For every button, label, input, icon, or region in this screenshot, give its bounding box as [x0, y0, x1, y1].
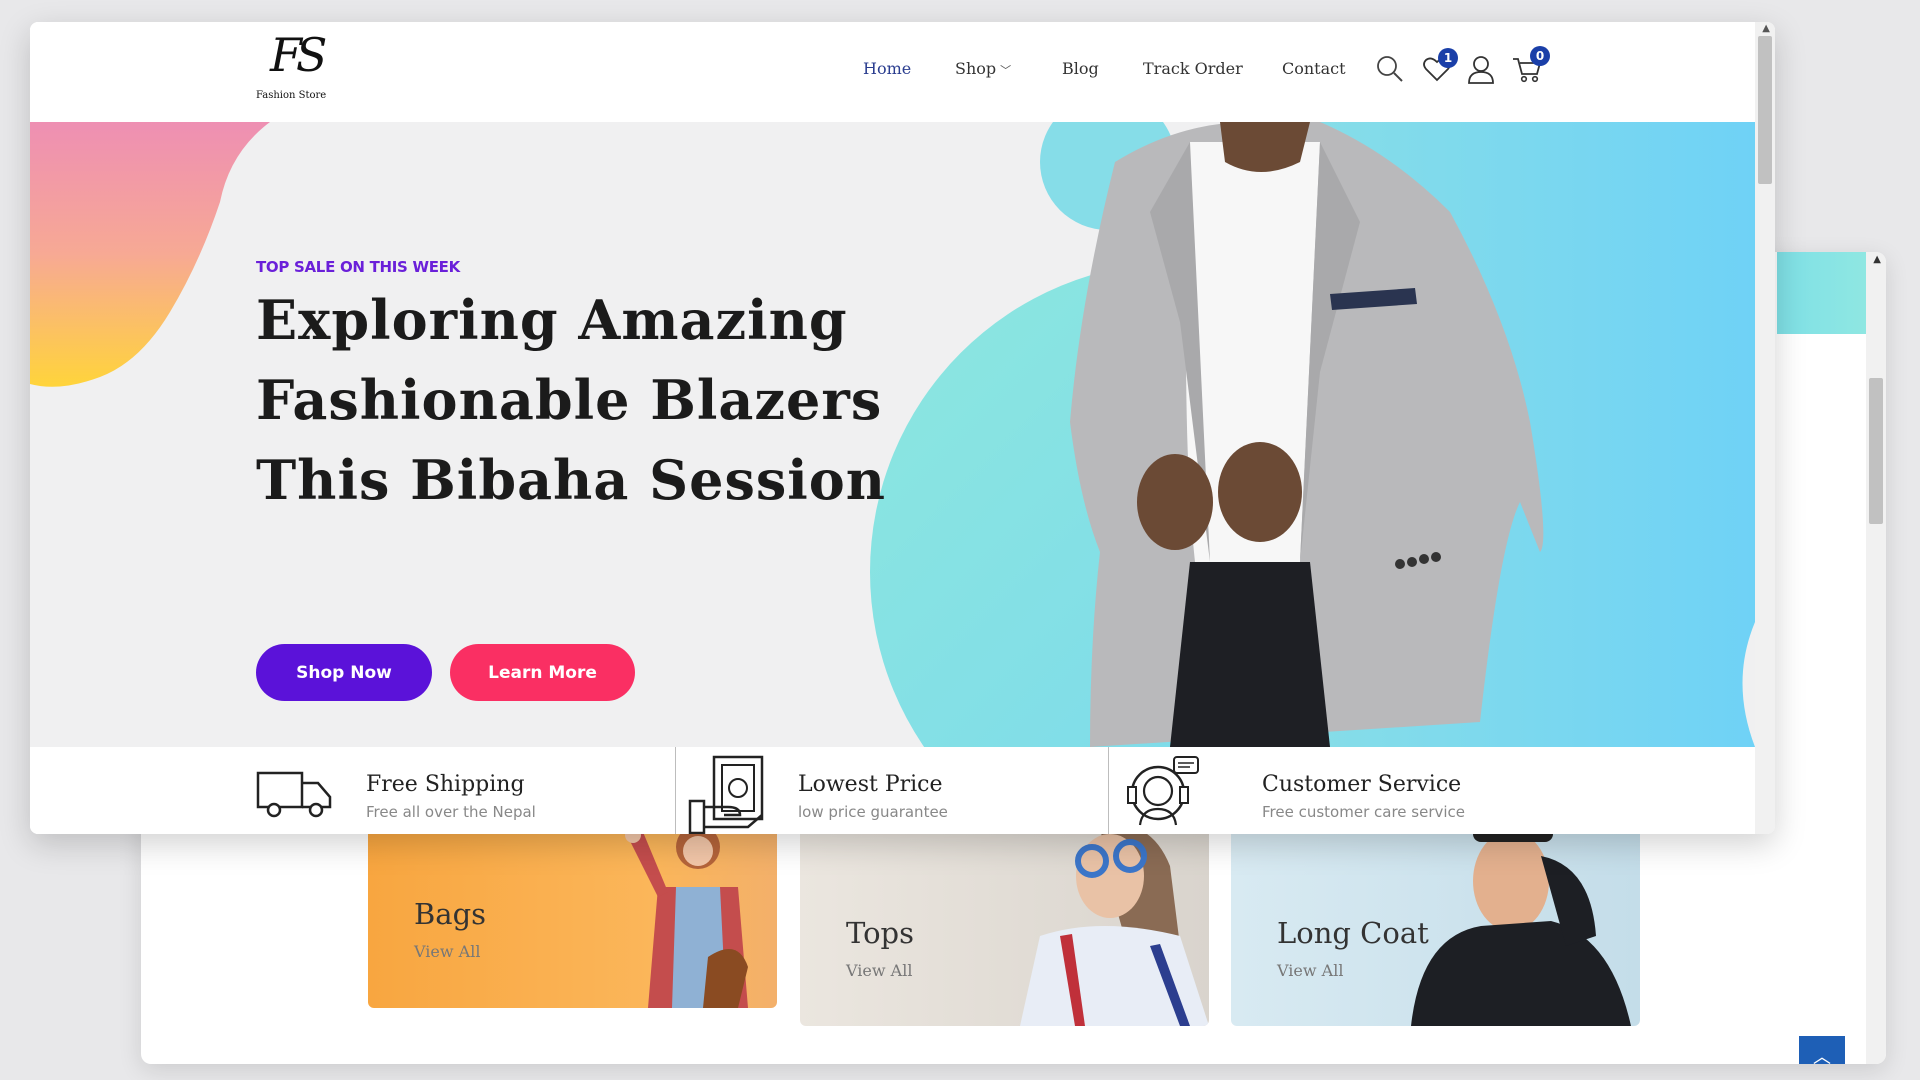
truck-icon: [256, 771, 332, 818]
nav-home[interactable]: Home: [863, 59, 911, 78]
category-link-bags[interactable]: View All: [414, 942, 480, 961]
chevron-up-icon: ︿: [1813, 1047, 1831, 1064]
cash-hand-icon: [688, 755, 764, 834]
front-window: FS Fashion Store Home Shop ﹀ Blog Track O…: [30, 22, 1775, 834]
site-logo[interactable]: FS Fashion Store: [256, 28, 336, 108]
category-card-bags[interactable]: Bags View All: [368, 817, 777, 1008]
feature-customer-service: Customer Service Free customer care serv…: [1120, 747, 1560, 834]
features-strip: Free Shipping Free all over the Nepal Lo…: [30, 747, 1755, 834]
wishlist-button[interactable]: 1: [1422, 48, 1458, 86]
feature-subtitle: Free customer care service: [1262, 803, 1466, 821]
hero-title-line: This Bibaha Session: [256, 448, 887, 512]
user-account-icon[interactable]: [1466, 54, 1496, 84]
feature-subtitle: Free all over the Nepal: [366, 803, 536, 821]
wishlist-count-badge: 1: [1438, 48, 1458, 68]
category-link-long-coat[interactable]: View All: [1277, 961, 1343, 980]
page-scrollbar[interactable]: ▲: [1755, 22, 1775, 834]
category-title-bags: Bags: [414, 897, 487, 931]
hero-title-line: Exploring Amazing: [256, 288, 848, 352]
woman-in-top-image: [1020, 826, 1209, 1026]
cart-count-badge: 0: [1530, 46, 1550, 66]
category-card-tops[interactable]: Tops View All: [800, 826, 1209, 1026]
nav-shop[interactable]: Shop ﹀: [955, 59, 1011, 78]
feature-divider: [1108, 747, 1109, 834]
category-title-tops: Tops: [846, 916, 914, 950]
background-scrollbar[interactable]: ▲: [1866, 252, 1886, 1064]
feature-subtitle: low price guarantee: [798, 803, 948, 821]
nav-blog[interactable]: Blog: [1062, 59, 1099, 78]
feature-lowest-price: Lowest Price low price guarantee: [688, 747, 1128, 834]
background-hero-edge: [1777, 252, 1867, 334]
support-agent-icon: [1127, 756, 1199, 826]
cart-button[interactable]: 0: [1512, 46, 1550, 86]
hero-banner: TOP SALE ON THIS WEEK Exploring Amazing …: [30, 122, 1755, 747]
chevron-down-icon: ﹀: [1000, 64, 1012, 77]
category-title-long-coat: Long Coat: [1277, 916, 1429, 950]
feature-title: Lowest Price: [798, 772, 943, 797]
feature-divider: [675, 747, 676, 834]
scroll-up-arrow-icon[interactable]: ▲: [1762, 23, 1770, 34]
back-to-top-button[interactable]: ︿: [1799, 1036, 1845, 1064]
girl-with-bag-image: [625, 825, 748, 1008]
search-icon[interactable]: [1375, 54, 1405, 84]
category-card-long-coat[interactable]: Long Coat View All: [1231, 826, 1640, 1026]
feature-free-shipping: Free Shipping Free all over the Nepal: [256, 747, 696, 834]
background-scroll-thumb[interactable]: [1869, 378, 1883, 524]
feature-title: Free Shipping: [366, 772, 525, 797]
hero-title: Exploring Amazing Fashionable Blazers Th…: [256, 280, 956, 520]
logo-mark: FS: [270, 28, 327, 82]
learn-more-button[interactable]: Learn More: [450, 644, 635, 701]
scroll-up-arrow-icon[interactable]: ▲: [1873, 254, 1881, 265]
logo-text: Fashion Store: [256, 90, 327, 101]
hero-title-line: Fashionable Blazers: [256, 368, 883, 432]
hero-kicker: TOP SALE ON THIS WEEK: [256, 258, 460, 276]
category-link-tops[interactable]: View All: [846, 961, 912, 980]
scroll-thumb[interactable]: [1758, 36, 1772, 184]
nav-track-order[interactable]: Track Order: [1143, 59, 1243, 78]
shop-now-button[interactable]: Shop Now: [256, 644, 432, 701]
nav-contact[interactable]: Contact: [1282, 59, 1346, 78]
feature-title: Customer Service: [1262, 772, 1462, 797]
nav-shop-label: Shop: [955, 59, 997, 78]
site-header: FS Fashion Store Home Shop ﹀ Blog Track O…: [30, 22, 1755, 122]
